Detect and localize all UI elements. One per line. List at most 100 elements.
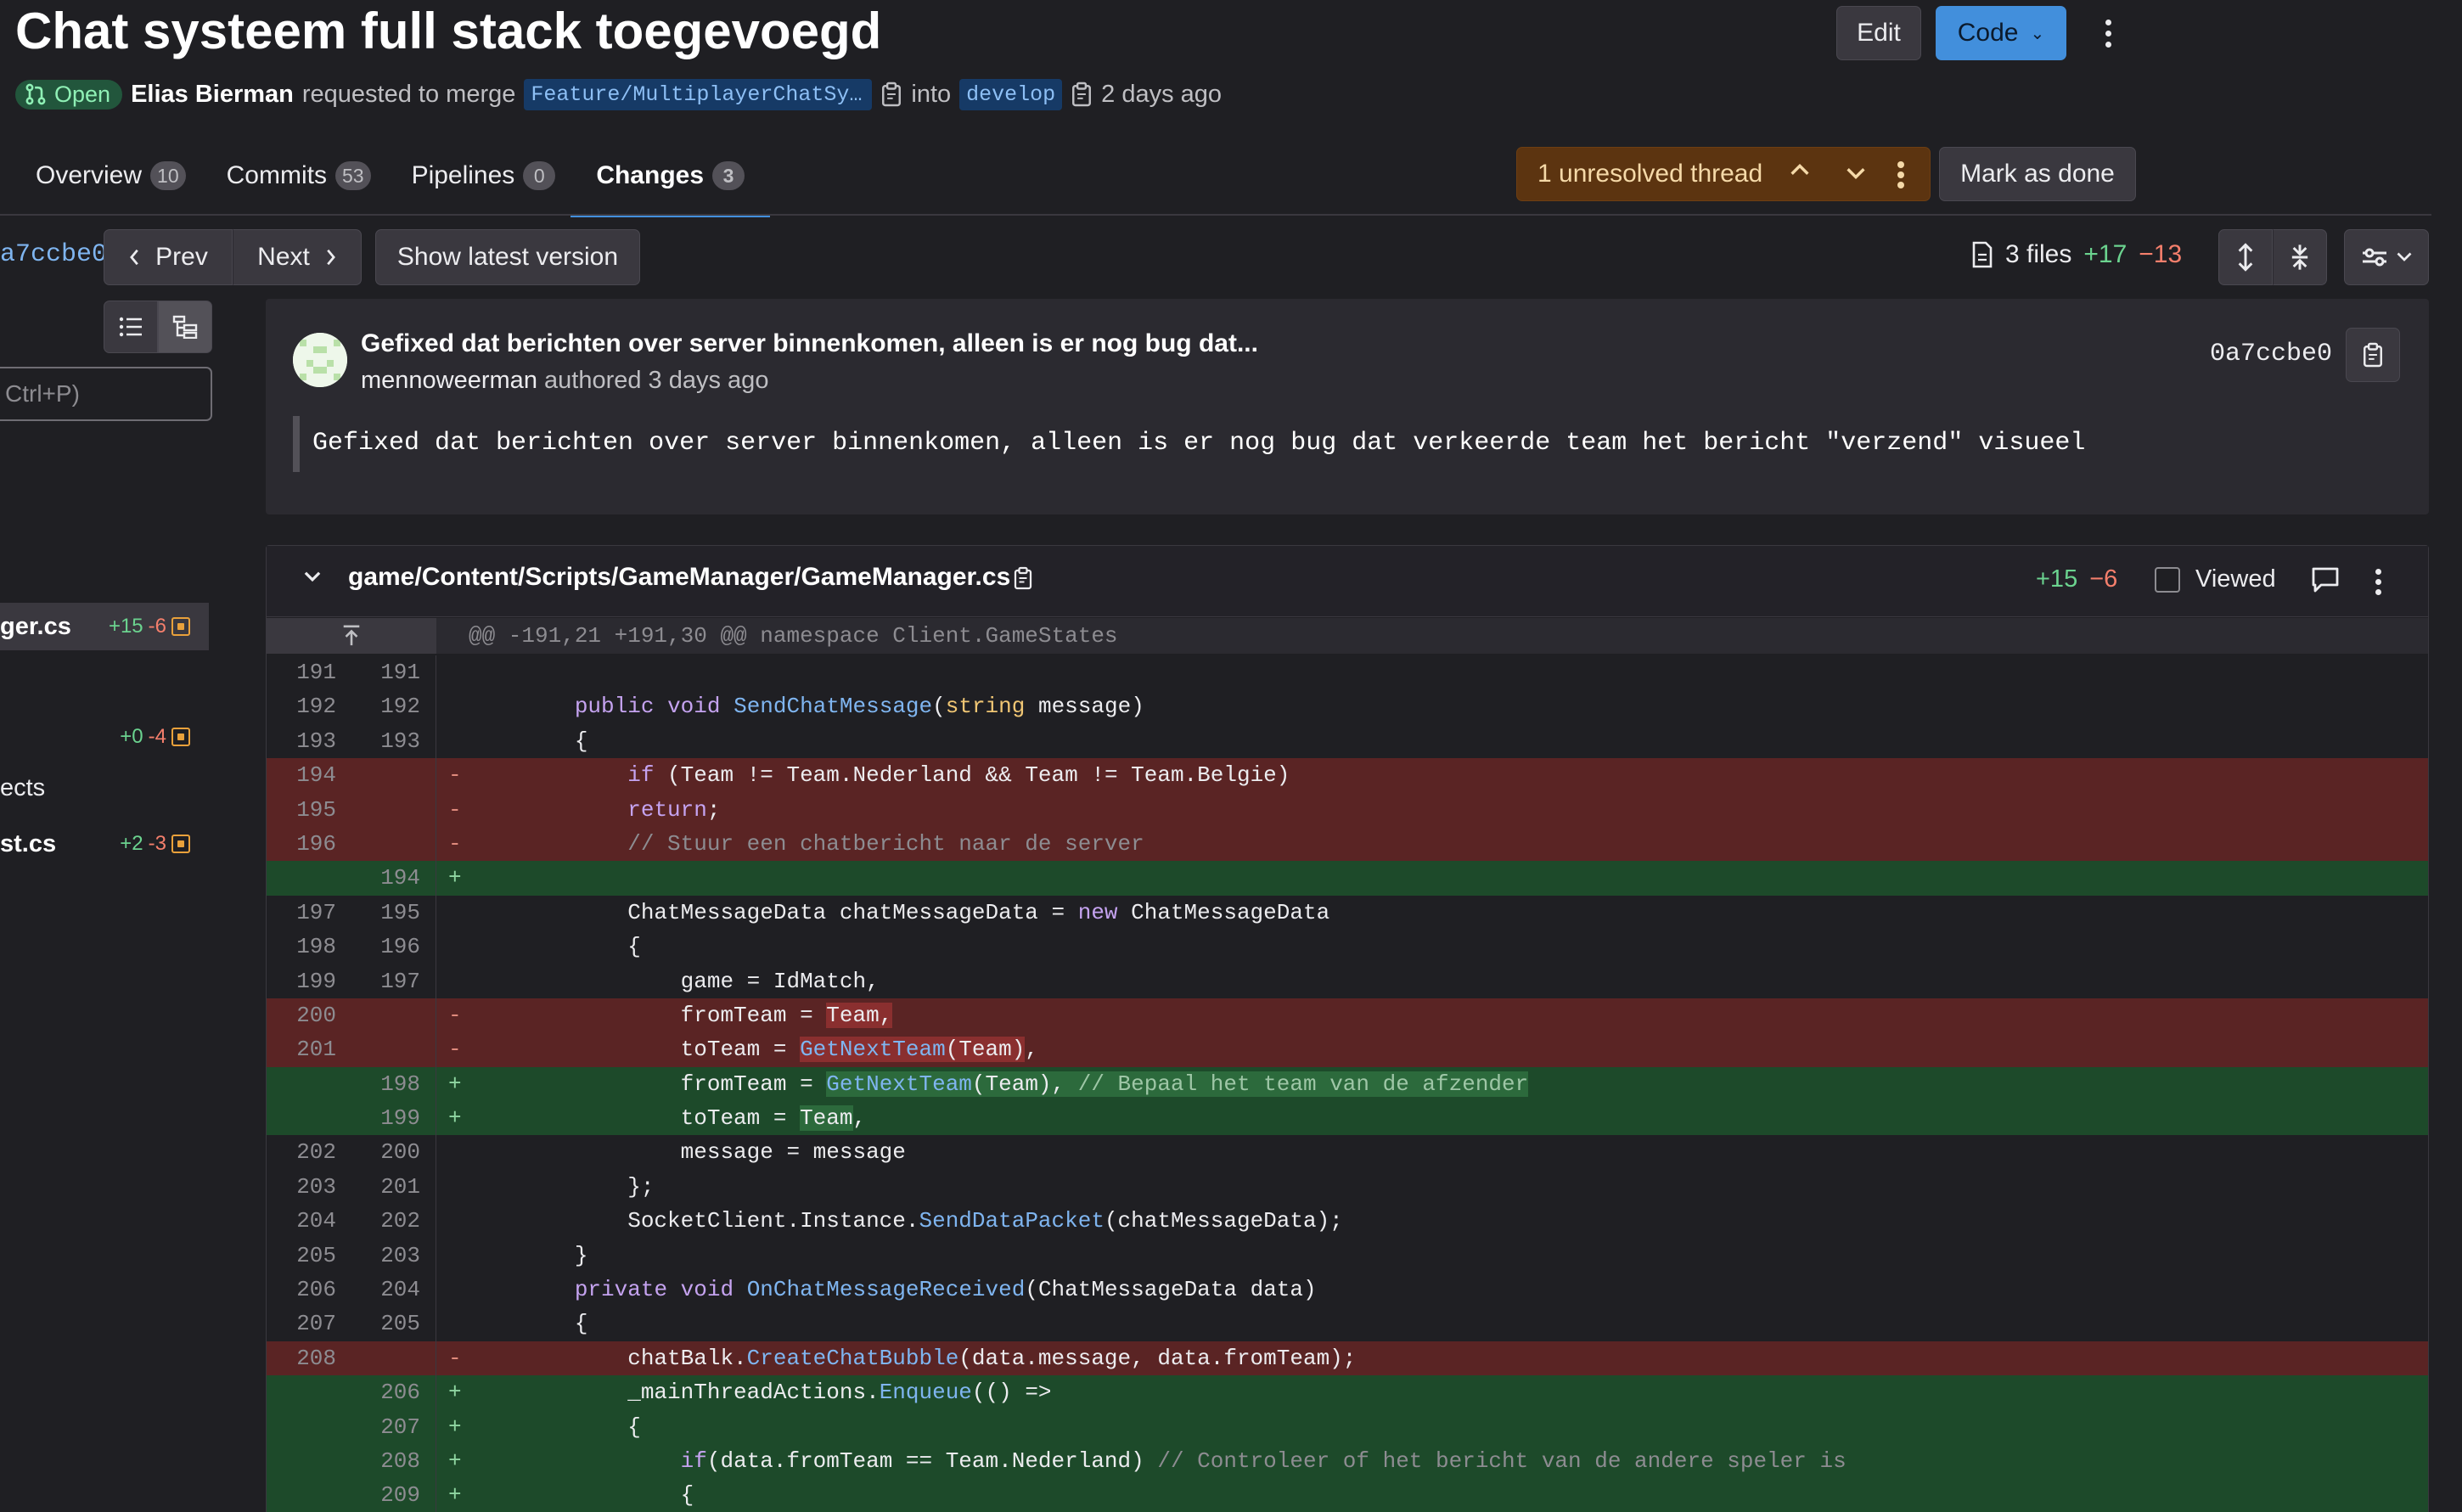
new-line-number[interactable]: 191 <box>351 655 436 690</box>
old-line-number[interactable] <box>267 1478 351 1512</box>
new-line-number[interactable]: 193 <box>351 723 436 759</box>
new-line-number[interactable]: 195 <box>351 895 436 930</box>
show-latest-version-button[interactable]: Show latest version <box>375 229 640 285</box>
old-line-number[interactable]: 206 <box>267 1273 351 1307</box>
new-line-number[interactable]: 200 <box>351 1135 436 1170</box>
new-line-number[interactable]: 205 <box>351 1307 436 1341</box>
new-line-number[interactable] <box>351 758 436 793</box>
old-line-number[interactable]: 194 <box>267 758 351 793</box>
tab-changes[interactable]: Changes 3 <box>571 153 770 217</box>
old-line-number[interactable] <box>267 1409 351 1444</box>
chevron-down-icon[interactable] <box>301 565 323 587</box>
avatar[interactable] <box>293 333 347 387</box>
old-line-number[interactable] <box>267 1375 351 1410</box>
sidebar-file-item[interactable]: ger.cs +15 -6 <box>0 603 209 650</box>
diff-line[interactable]: 199 + toTeam = Team, <box>267 1101 2428 1136</box>
new-line-number[interactable] <box>351 1341 436 1376</box>
file-options-icon[interactable] <box>2370 565 2386 599</box>
tab-overview[interactable]: Overview 10 <box>36 153 186 199</box>
copy-commit-sha-button[interactable] <box>2346 328 2400 382</box>
target-branch[interactable]: develop <box>959 78 1063 110</box>
source-branch[interactable]: Feature/MultiplayerChatSys… <box>524 78 873 110</box>
diff-line[interactable]: 194 - if (Team != Team.Nederland && Team … <box>267 758 2428 793</box>
new-line-number[interactable]: 209 <box>351 1478 436 1512</box>
old-line-number[interactable]: 192 <box>267 689 351 723</box>
collapse-all-button[interactable] <box>2273 229 2327 285</box>
copy-target-branch-icon[interactable] <box>1071 82 1093 107</box>
diff-line[interactable]: 207 205 { <box>267 1307 2428 1341</box>
sidebar-file-item[interactable]: st.cs +2 -3 <box>0 820 209 868</box>
copy-source-branch-icon[interactable] <box>880 82 902 107</box>
old-line-number[interactable]: 201 <box>267 1032 351 1067</box>
new-line-number[interactable]: 198 <box>351 1066 436 1102</box>
tab-commits[interactable]: Commits 53 <box>227 153 371 199</box>
old-line-number[interactable] <box>267 1443 351 1479</box>
old-line-number[interactable]: 204 <box>267 1204 351 1238</box>
commit-sha-link[interactable]: a7ccbe0 <box>0 240 107 269</box>
new-line-number[interactable]: 204 <box>351 1273 436 1307</box>
file-search-input[interactable]: Ctrl+P) <box>0 367 212 421</box>
sidebar-file-item[interactable]: +0 -4 <box>0 713 209 761</box>
new-line-number[interactable]: 203 <box>351 1238 436 1273</box>
tree-view-button[interactable] <box>158 301 212 353</box>
commit-author[interactable]: mennoweerman <box>361 367 537 394</box>
diff-line[interactable]: 206 + _mainThreadActions.Enqueue(() => <box>267 1375 2428 1410</box>
new-line-number[interactable]: 202 <box>351 1204 436 1239</box>
new-line-number[interactable] <box>351 1032 436 1067</box>
new-line-number[interactable]: 197 <box>351 964 436 998</box>
old-line-number[interactable]: 196 <box>267 826 351 862</box>
old-line-number[interactable]: 198 <box>267 930 351 964</box>
unresolved-threads[interactable]: 1 unresolved thread <box>1516 147 1931 201</box>
old-line-number[interactable] <box>267 1066 351 1102</box>
diff-line[interactable]: 207 + { <box>267 1409 2428 1444</box>
thread-options-icon[interactable] <box>1896 160 1906 190</box>
old-line-number[interactable]: 191 <box>267 655 351 689</box>
diff-line[interactable]: 195 - return; <box>267 792 2428 827</box>
old-line-number[interactable]: 193 <box>267 724 351 758</box>
commit-title[interactable]: Gefixed dat berichten over server binnen… <box>361 329 1258 358</box>
list-view-button[interactable] <box>104 301 158 353</box>
author-name[interactable]: Elias Bierman <box>131 81 294 109</box>
tab-pipelines[interactable]: Pipelines 0 <box>412 153 556 199</box>
file-path[interactable]: game/Content/Scripts/GameManager/GameMan… <box>348 563 1010 592</box>
diff-line[interactable]: 197 195 ChatMessageData chatMessageData =… <box>267 895 2428 930</box>
old-line-number[interactable]: 197 <box>267 896 351 930</box>
new-line-number[interactable]: 196 <box>351 930 436 964</box>
more-actions-icon[interactable] <box>2097 12 2119 54</box>
diff-line[interactable]: 192 192 public void SendChatMessage(strin… <box>267 689 2428 724</box>
new-line-number[interactable]: 206 <box>351 1375 436 1410</box>
diff-line[interactable]: 199 197 game = IdMatch, <box>267 964 2428 998</box>
diff-line[interactable]: 198 196 { <box>267 930 2428 964</box>
mark-as-done-button[interactable]: Mark as done <box>1939 147 2136 201</box>
diff-line[interactable]: 201 - toTeam = GetNextTeam(Team), <box>267 1032 2428 1067</box>
old-line-number[interactable]: 195 <box>267 792 351 827</box>
expand-all-button[interactable] <box>2218 229 2273 285</box>
sidebar-folder-item[interactable]: ects <box>0 764 209 812</box>
new-line-number[interactable]: 208 <box>351 1443 436 1479</box>
chevron-up-icon[interactable] <box>1787 158 1813 183</box>
viewed-checkbox[interactable] <box>2155 567 2180 593</box>
prev-commit-button[interactable]: Prev <box>104 229 233 285</box>
diff-settings-button[interactable] <box>2344 229 2429 285</box>
copy-file-path-icon[interactable] <box>1013 565 1033 591</box>
old-line-number[interactable]: 199 <box>267 964 351 998</box>
diff-line[interactable]: 196 - // Stuur een chatbericht naar de se… <box>267 826 2428 862</box>
new-line-number[interactable] <box>351 826 436 862</box>
old-line-number[interactable]: 207 <box>267 1307 351 1341</box>
diff-line[interactable]: 194 + <box>267 861 2428 896</box>
new-line-number[interactable] <box>351 998 436 1033</box>
expand-lines-button[interactable] <box>267 618 436 654</box>
diff-line[interactable]: 206 204 private void OnChatMessageReceive… <box>267 1273 2428 1307</box>
diff-line[interactable]: 200 - fromTeam = Team, <box>267 998 2428 1033</box>
diff-line[interactable]: 203 201 }; <box>267 1169 2428 1205</box>
code-dropdown-button[interactable]: Code ⌄ <box>1936 6 2066 60</box>
old-line-number[interactable] <box>267 861 351 896</box>
new-line-number[interactable]: 201 <box>351 1169 436 1205</box>
new-line-number[interactable]: 194 <box>351 861 436 896</box>
edit-button[interactable]: Edit <box>1836 6 1921 60</box>
diff-line[interactable]: 208 + if(data.fromTeam == Team.Nederland)… <box>267 1443 2428 1479</box>
old-line-number[interactable]: 202 <box>267 1135 351 1169</box>
diff-line[interactable]: 193 193 { <box>267 723 2428 759</box>
new-line-number[interactable]: 199 <box>351 1101 436 1136</box>
next-commit-button[interactable]: Next <box>233 229 362 285</box>
